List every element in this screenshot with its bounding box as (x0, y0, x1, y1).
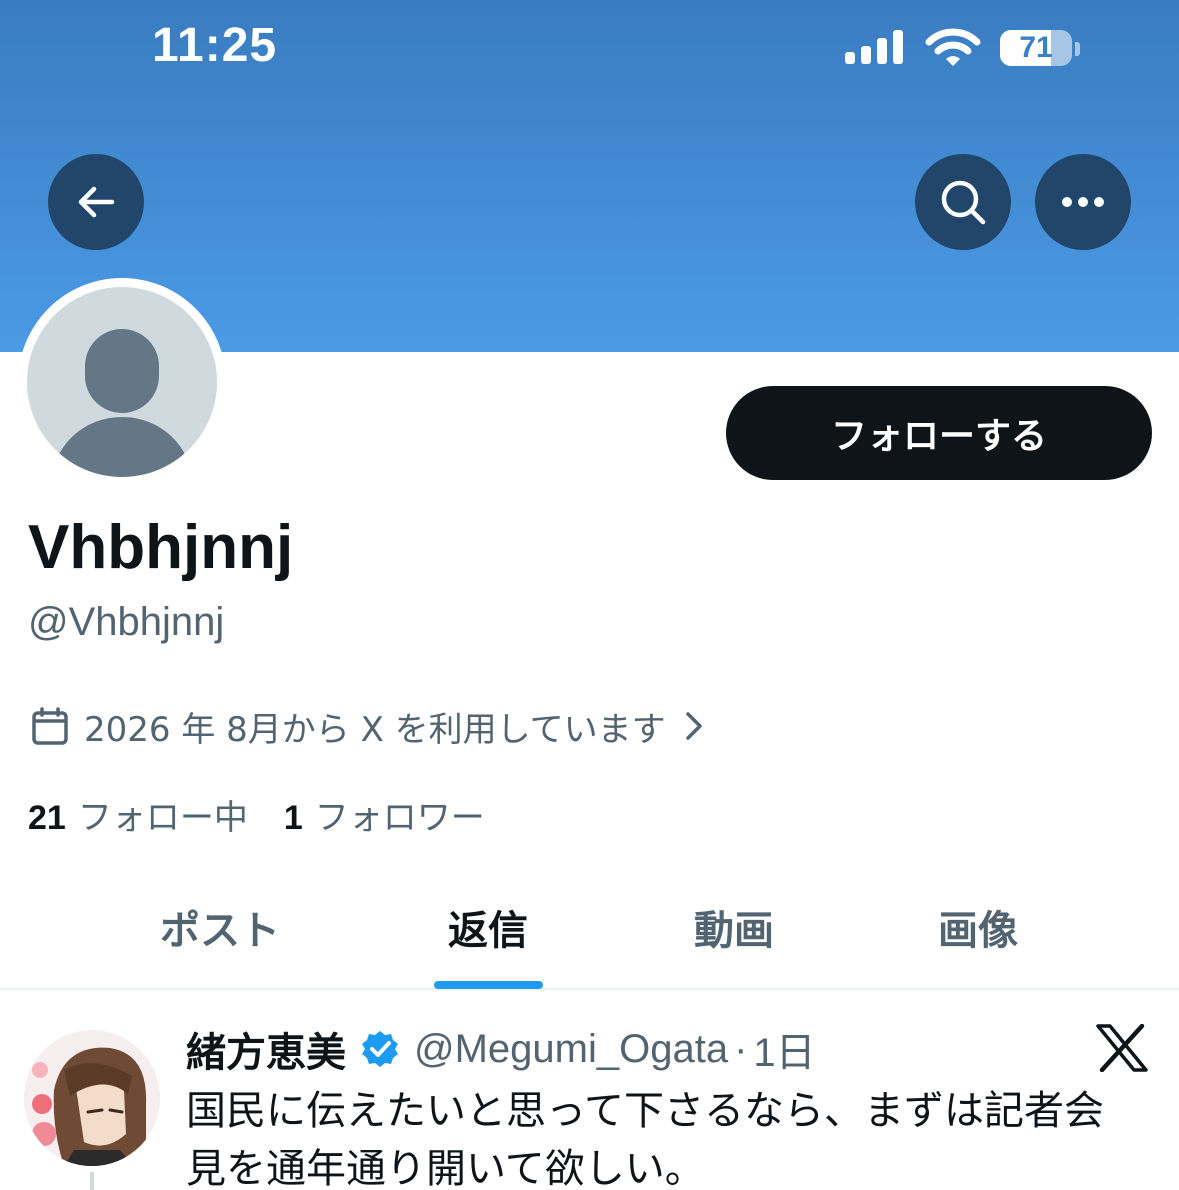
post-author-handle[interactable]: @Megumi_Ogata (414, 1027, 728, 1072)
post-time[interactable]: 1日 (753, 1020, 815, 1078)
tab-videos[interactable]: 動画 (634, 898, 834, 956)
following-label: フォロー中 (77, 798, 248, 838)
following-link[interactable]: 21 フォロー中 (28, 790, 248, 839)
post-author-avatar[interactable] (24, 1030, 160, 1166)
following-count: 21 (28, 799, 66, 837)
followers-count: 1 (283, 799, 303, 837)
chevron-right-icon (685, 712, 702, 740)
more-button[interactable] (1035, 154, 1131, 250)
battery-level: 71 (1019, 31, 1053, 64)
tab-replies[interactable]: 返信 (388, 898, 588, 956)
profile-tabs: ポスト 返信 動画 画像 (0, 868, 1179, 990)
default-avatar-icon (27, 287, 217, 477)
search-icon (941, 180, 986, 225)
ellipsis-icon (1062, 197, 1104, 207)
search-button[interactable] (915, 154, 1011, 250)
post-header: 緒方恵美 @Megumi_Ogata · 1日 (186, 1024, 816, 1077)
user-handle: @Vhbhjnnj (28, 600, 225, 644)
verified-badge-icon (360, 1029, 400, 1069)
display-name: Vhbhjnnj (28, 513, 294, 582)
followers-label: フォロワー (314, 798, 485, 838)
arrow-left-icon (78, 186, 115, 218)
follow-button[interactable]: フォローする (726, 386, 1152, 480)
post-separator: · (734, 1026, 748, 1071)
calendar-icon (32, 707, 68, 745)
post-text: 国民に伝えたいと思って下さるなら、まずは記者会見を通年通り開いて欲しい。 (186, 1088, 1104, 1190)
back-button[interactable] (48, 154, 144, 250)
tab-images[interactable]: 画像 (878, 898, 1078, 956)
status-time: 11:25 (152, 19, 278, 72)
tab-posts[interactable]: ポスト (120, 898, 320, 956)
status-icons: 71 (845, 26, 1085, 70)
join-date-row[interactable]: 2026 年 8月から X を利用しています (32, 704, 704, 750)
wifi-icon (925, 28, 981, 66)
join-date: 2026 年 8月から X を利用しています (84, 709, 666, 750)
followers-link[interactable]: 1 フォロワー (284, 790, 485, 839)
profile-avatar[interactable] (18, 278, 226, 486)
post-author-name[interactable]: 緒方恵美 (186, 1020, 346, 1078)
active-tab-indicator (434, 981, 543, 989)
follow-stats: 21 フォロー中 1 フォロワー (28, 790, 485, 839)
x-logo-icon (1096, 1024, 1148, 1072)
battery-icon: 71 (1000, 30, 1072, 66)
thread-line (90, 1172, 94, 1190)
